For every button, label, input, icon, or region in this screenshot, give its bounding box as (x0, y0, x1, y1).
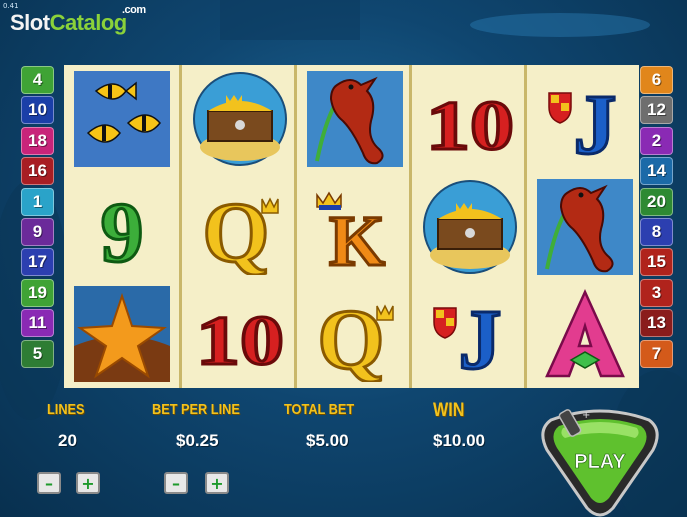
symbol-card-J: J (412, 280, 527, 387)
svg-text:10: 10 (196, 303, 284, 380)
play-label: PLAY (574, 451, 626, 473)
payline-badge: 11 (21, 309, 54, 338)
symbol-fish (64, 65, 179, 172)
symbol-card-K: K (297, 173, 412, 280)
payline-badges-left: 4 10 18 16 1 9 17 19 11 5 (21, 66, 54, 370)
payline-badge: 9 (21, 217, 54, 246)
symbol-card-J: J (527, 65, 642, 172)
payline-badge: 8 (640, 217, 673, 246)
svg-text:10: 10 (426, 88, 514, 165)
lines-label: LINES (47, 401, 85, 418)
payline-badge: 13 (640, 309, 673, 338)
svg-text:J: J (458, 291, 501, 382)
reel-4: 10 J (409, 65, 524, 388)
svg-text:Q: Q (317, 291, 384, 382)
bet-minus-button[interactable]: – (164, 472, 188, 494)
payline-badge: 12 (640, 96, 673, 125)
svg-text:9: 9 (100, 184, 143, 275)
symbol-card-10: 10 (182, 280, 297, 387)
symbol-card-10: 10 (412, 65, 527, 172)
bet-per-line-label: BET PER LINE (152, 401, 240, 418)
win-label: WIN (433, 400, 465, 421)
svg-text:Q: Q (202, 184, 269, 275)
symbol-card-Q: Q (297, 280, 412, 387)
payline-badge: 20 (640, 187, 673, 216)
symbol-card-A (527, 280, 642, 387)
symbol-treasure (412, 173, 527, 280)
payline-badge: 15 (640, 248, 673, 277)
payline-badge: 10 (21, 96, 54, 125)
payline-badge: 19 (21, 278, 54, 307)
svg-text:K: K (328, 201, 384, 275)
symbol-seahorse (297, 65, 412, 172)
total-bet-label: TOTAL BET (284, 401, 355, 418)
payline-badge: 5 (21, 339, 54, 368)
total-bet-value: $5.00 (306, 431, 349, 450)
lines-plus-button[interactable]: + (76, 472, 100, 494)
payline-badge: 18 (21, 126, 54, 155)
reel-5: J (524, 65, 639, 388)
bet-plus-button[interactable]: + (205, 472, 229, 494)
payline-badge: 1 (21, 187, 54, 216)
reel-1: 9 (64, 65, 179, 388)
symbol-treasure (182, 65, 297, 172)
symbol-card-9: 9 (64, 173, 179, 280)
payline-badge: 17 (21, 248, 54, 277)
payline-badge: 3 (640, 278, 673, 307)
payline-badge: 4 (21, 66, 54, 94)
reel-area: 9 Q 10 K Q 10 J J (64, 65, 639, 388)
win-value: $10.00 (433, 431, 485, 450)
auto-toggle[interactable]: + (558, 404, 598, 444)
svg-text:J: J (573, 76, 616, 167)
bet-per-line-value: $0.25 (176, 431, 219, 450)
payline-badge: 2 (640, 126, 673, 155)
symbol-starfish (64, 280, 179, 387)
symbol-seahorse (527, 173, 642, 280)
auto-toggle-plus: + (582, 410, 590, 421)
payline-badge: 16 (21, 157, 54, 186)
reel-3: KQ (294, 65, 409, 388)
payline-badges-right: 6 12 2 14 20 8 15 3 13 7 (640, 66, 673, 370)
reel-2: Q 10 (179, 65, 294, 388)
lines-value: 20 (58, 431, 77, 450)
lines-minus-button[interactable]: – (37, 472, 61, 494)
payline-badge: 14 (640, 157, 673, 186)
symbol-card-Q: Q (182, 173, 297, 280)
payline-badge: 7 (640, 339, 673, 368)
payline-badge: 6 (640, 66, 673, 94)
